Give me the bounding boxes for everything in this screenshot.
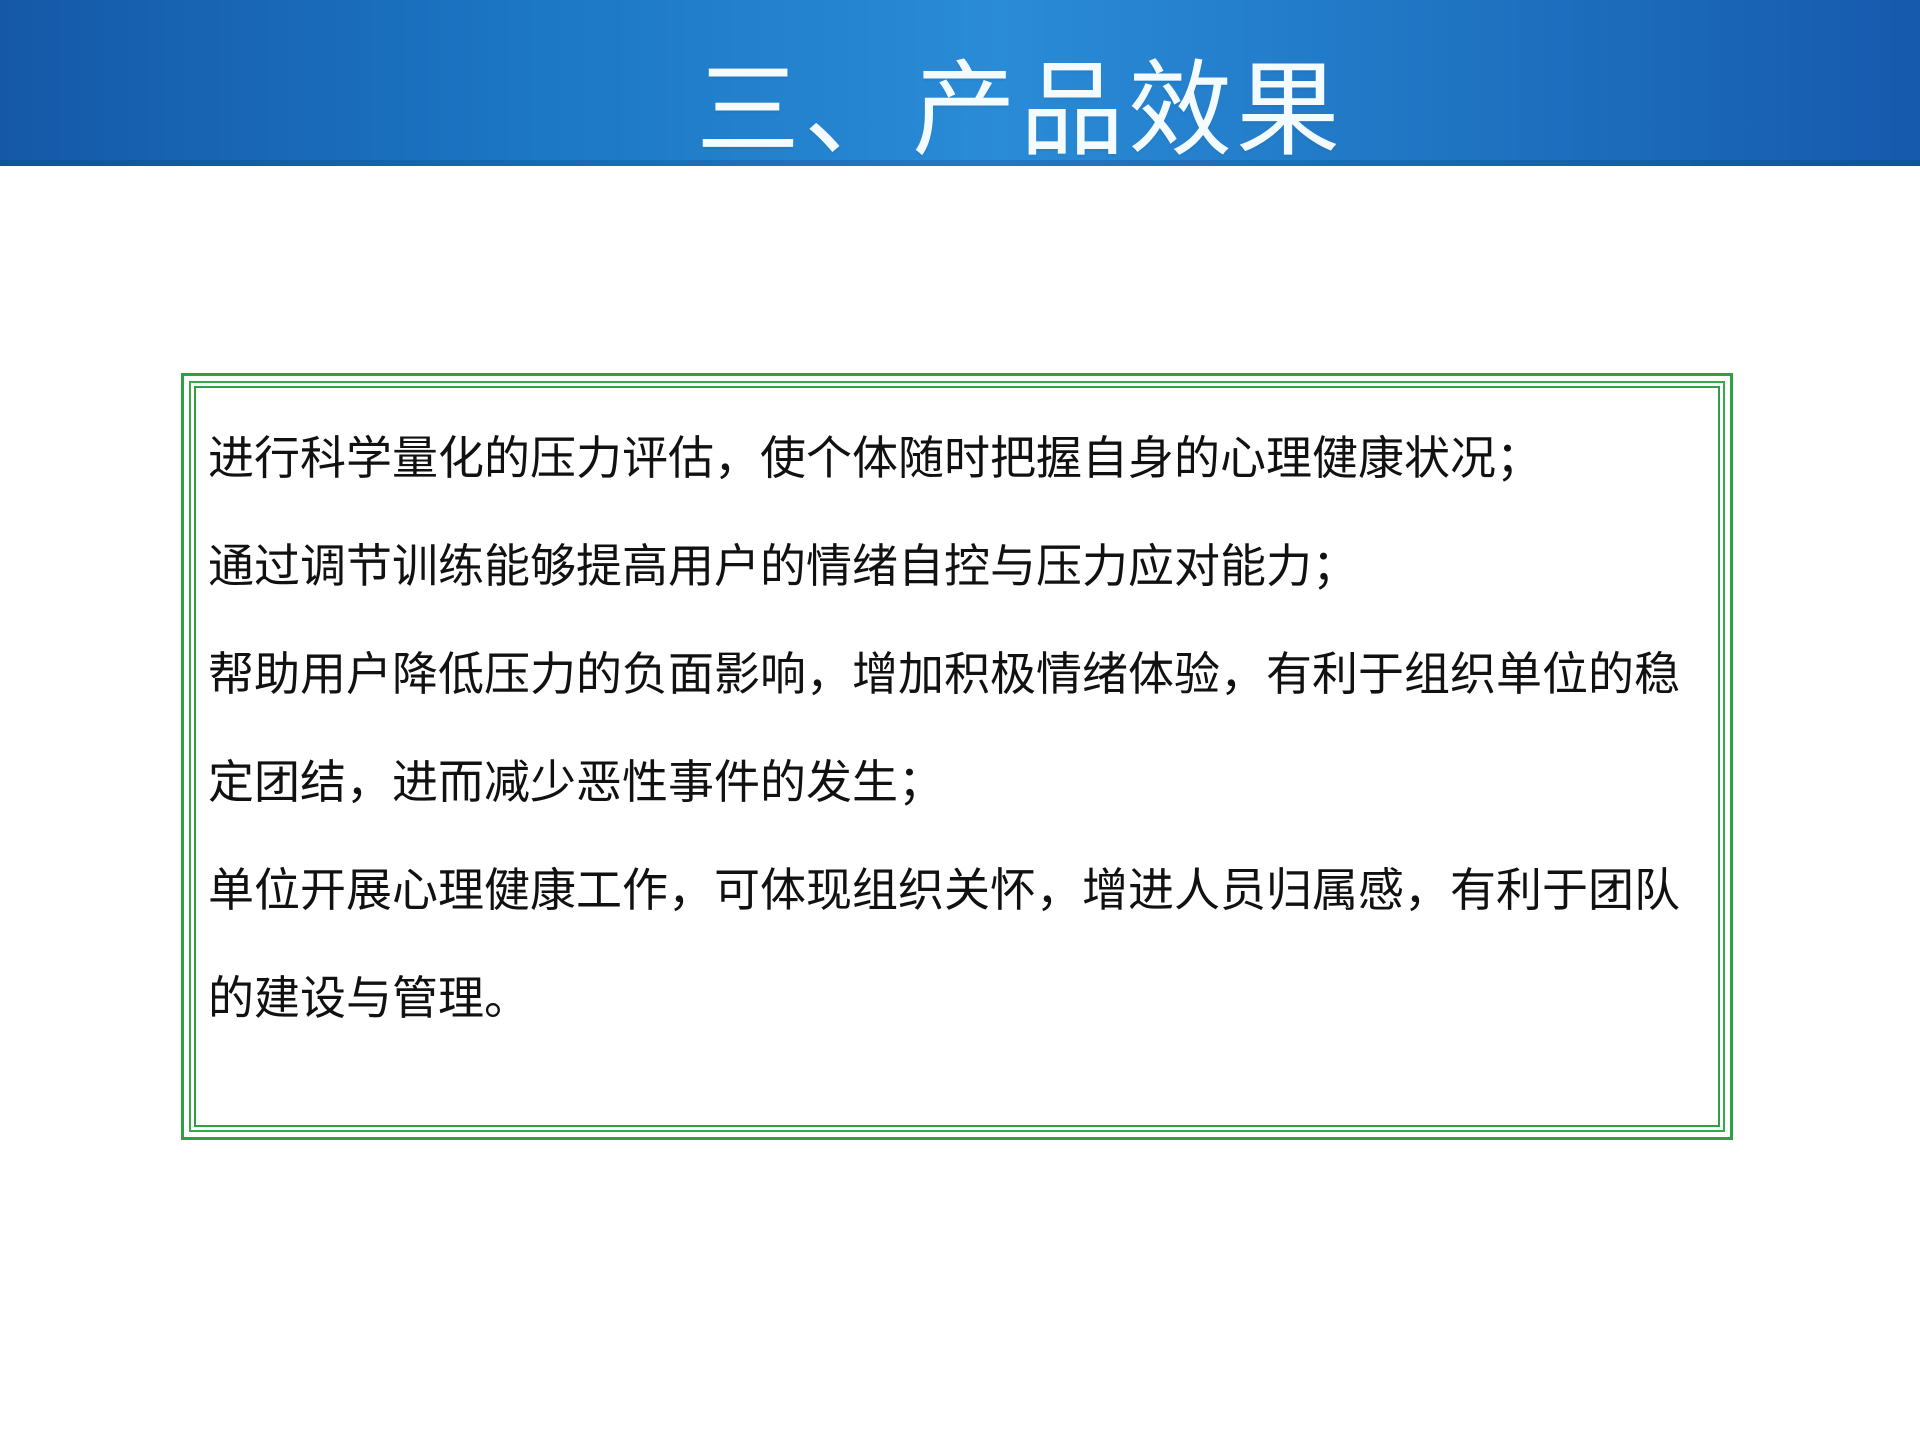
paragraph-1: 进行科学量化的压力评估，使个体随时把握自身的心理健康状况； [208,431,1542,485]
paragraph-4: 单位开展心理健康工作，可体现组织关怀，增进人员归属感，有利于团队的建设与管理。 [208,863,1680,1025]
content-box: 进行科学量化的压力评估，使个体随时把握自身的心理健康状况； 通过调节训练能够提高… [181,373,1733,1140]
page-title: 三、产品效果 [695,49,1344,171]
slide: 三、产品效果 进行科学量化的压力评估，使个体随时把握自身的心理健康状况； 通过调… [0,0,1920,1440]
text-block: 进行科学量化的压力评估，使个体随时把握自身的心理健康状况； 通过调节训练能够提高… [208,404,1708,1052]
paragraph-3: 帮助用户降低压力的负面影响，增加积极情绪体验，有利于组织单位的稳定团结，进而减少… [208,647,1680,809]
paragraph-2: 通过调节训练能够提高用户的情绪自控与压力应对能力； [208,539,1358,593]
header-band: 三、产品效果 [0,0,1920,171]
